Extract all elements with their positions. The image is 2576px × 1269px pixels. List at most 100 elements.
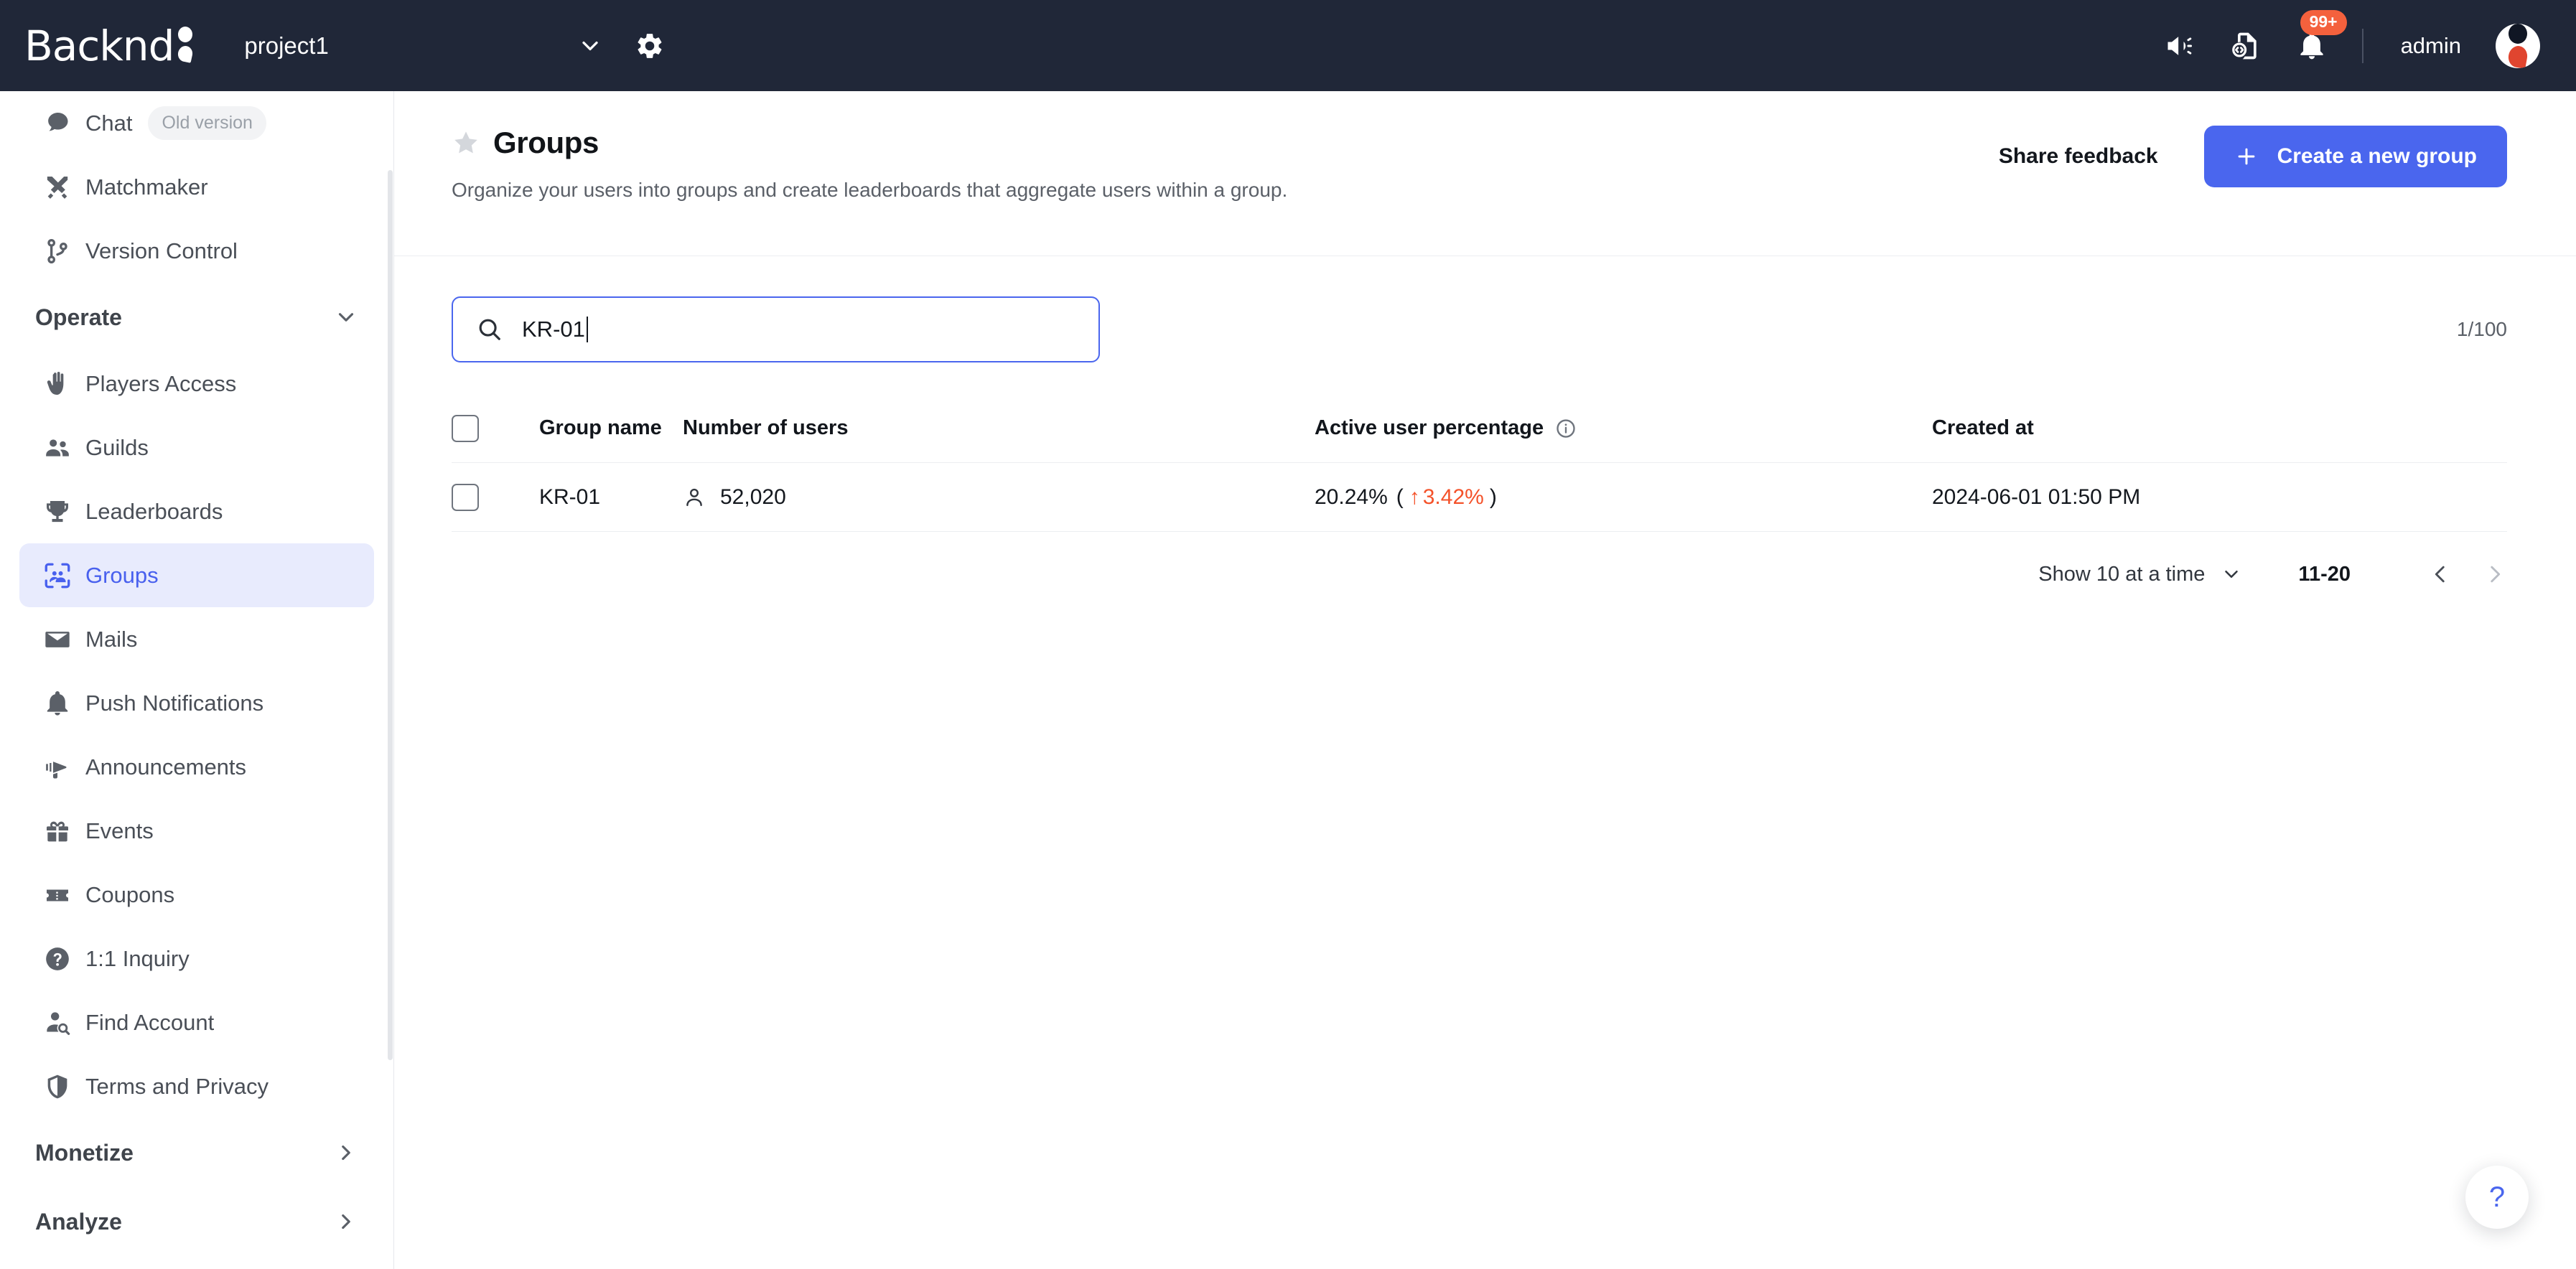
sidebar-item-announcements[interactable]: Announcements [19,735,374,799]
sidebar-item-groups[interactable]: Groups [19,543,374,607]
top-bar: Backnd project1 99+ admin [0,0,2576,91]
delta-value: 3.42% [1422,484,1484,509]
column-header-active-user-percentage[interactable]: Active user percentage [1315,416,1932,440]
sidebar-item-terms-and-privacy[interactable]: Terms and Privacy [19,1054,374,1118]
sidebar-section-label: Monetize [35,1139,134,1166]
chevron-left-icon[interactable] [2428,562,2453,586]
ticket-icon [41,879,74,912]
sidebar-item-players-access[interactable]: Players Access [19,352,374,416]
create-button-label: Create a new group [2277,144,2477,168]
topbar-actions: 99+ admin [2164,9,2540,68]
select-all-checkbox-cell [452,414,539,442]
gear-icon[interactable] [635,31,665,61]
megaphone-icon [41,751,74,784]
sidebar-item-label: Find Account [85,1009,215,1035]
sidebar-section-operate[interactable]: Operate [19,283,374,352]
column-header-group-name[interactable]: Group name [539,416,683,440]
people-icon [41,431,74,464]
groups-scan-icon [41,559,74,592]
chevron-down-icon[interactable] [2221,563,2242,585]
star-icon[interactable] [452,128,480,157]
project-selector[interactable]: project1 [244,32,603,60]
hand-icon [41,367,74,401]
page-size-label: Show 10 at a time [2038,562,2206,586]
app-logo-text: Backnd [24,21,174,70]
page-range-label: 11-20 [2298,562,2351,586]
sidebar-item-version-control[interactable]: Version Control [19,219,374,283]
sidebar-item-matchmaker[interactable]: Matchmaker [19,155,374,219]
sidebar-item-mails[interactable]: Mails [19,607,374,671]
text-caret [586,317,588,342]
sidebar-scrollbar[interactable] [388,170,393,1060]
create-a-new-group-button[interactable]: Create a new group [2203,126,2507,187]
table-row[interactable]: KR-01 52,020 20.24% ( ↑ 3.42% ) 2024-06-… [452,463,2507,532]
sidebar-item-label: Players Access [85,370,237,396]
sidebar-item-push-notifications[interactable]: Push Notifications [19,671,374,735]
chevron-down-icon[interactable] [577,33,603,59]
old-version-badge: Old version [148,106,266,140]
sidebar-item-inquiry[interactable]: 1:1 Inquiry [19,927,374,991]
sidebar-item-guilds[interactable]: Guilds [19,416,374,479]
person-icon [683,486,706,509]
chevron-right-icon[interactable] [334,1141,358,1165]
help-button[interactable]: ? [2465,1166,2529,1229]
sidebar-section-monetize[interactable]: Monetize [19,1118,374,1187]
crossed-swords-icon [41,171,74,204]
cell-group-name: KR-01 [539,484,601,509]
sidebar-section-label: Operate [35,304,122,330]
sidebar-item-label: Matchmaker [85,174,208,200]
chat-bubble-icon [41,107,74,140]
sidebar-section-analyze[interactable]: Analyze [19,1187,374,1256]
row-checkbox[interactable] [452,483,479,511]
sidebar-item-label: Push Notifications [85,690,264,716]
page-size-selector[interactable]: Show 10 at a time [2038,563,2242,586]
sidebar-item-label: Groups [85,562,159,588]
sidebar-item-find-account[interactable]: Find Account [19,991,374,1054]
sidebar-item-label: Announcements [85,754,247,779]
shield-icon [41,1070,74,1103]
chevron-right-icon[interactable] [334,1209,358,1234]
sidebar-item-label: Mails [85,626,138,652]
sidebar-item-leaderboards[interactable]: Leaderboards [19,479,374,543]
code-document-icon[interactable] [2230,30,2262,62]
cell-number-of-users-value: 52,020 [720,484,786,509]
active-percentage-value: 20.24% [1315,484,1388,509]
delta-close-paren: ) [1489,484,1497,509]
delta-open-paren: ( [1396,484,1404,509]
cell-number-of-users: 52,020 [683,485,1315,510]
sidebar-section-label: Analyze [35,1208,122,1235]
logo-dots-icon [177,27,195,63]
sidebar-item-label: Chat [85,110,133,136]
avatar[interactable] [2496,23,2540,68]
person-search-icon [41,1006,74,1039]
sidebar-item-label: 1:1 Inquiry [85,945,190,971]
bell-icon[interactable]: 99+ [2296,9,2347,62]
share-feedback-button[interactable]: Share feedback [1999,144,2158,169]
app-logo[interactable]: Backnd [24,21,195,70]
sidebar-item-chat[interactable]: Chat Old version [19,91,374,155]
column-header-active-user-percentage-label: Active user percentage [1315,416,1544,439]
toolbar: KR-01 1/100 [452,296,2507,362]
column-header-number-of-users-label: Number of users [683,416,849,439]
column-header-created-at[interactable]: Created at [1932,416,2507,440]
info-icon[interactable] [1555,418,1577,439]
divider [2361,28,2363,63]
chevron-down-icon[interactable] [334,305,358,329]
pagination-arrows [2428,562,2507,586]
megaphone-icon[interactable] [2164,30,2195,62]
arrow-up-icon: ↑ [1409,484,1420,509]
search-input[interactable]: KR-01 [452,296,1100,362]
sidebar-item-coupons[interactable]: Coupons [19,863,374,927]
sidebar-item-label: Guilds [85,434,149,460]
row-checkbox-cell [452,483,539,511]
chevron-right-icon[interactable] [2483,562,2507,586]
page-header-actions: Share feedback Create a new group [1999,126,2507,187]
bell-icon [41,687,74,720]
page-header: Groups Organize your users into groups a… [394,91,2576,256]
column-header-number-of-users[interactable]: Number of users [683,416,1315,440]
notification-badge: 99+ [2300,9,2347,35]
select-all-checkbox[interactable] [452,414,479,442]
sidebar-item-events[interactable]: Events [19,799,374,863]
question-mark-icon: ? [2488,1181,2506,1213]
search-icon [476,316,503,343]
